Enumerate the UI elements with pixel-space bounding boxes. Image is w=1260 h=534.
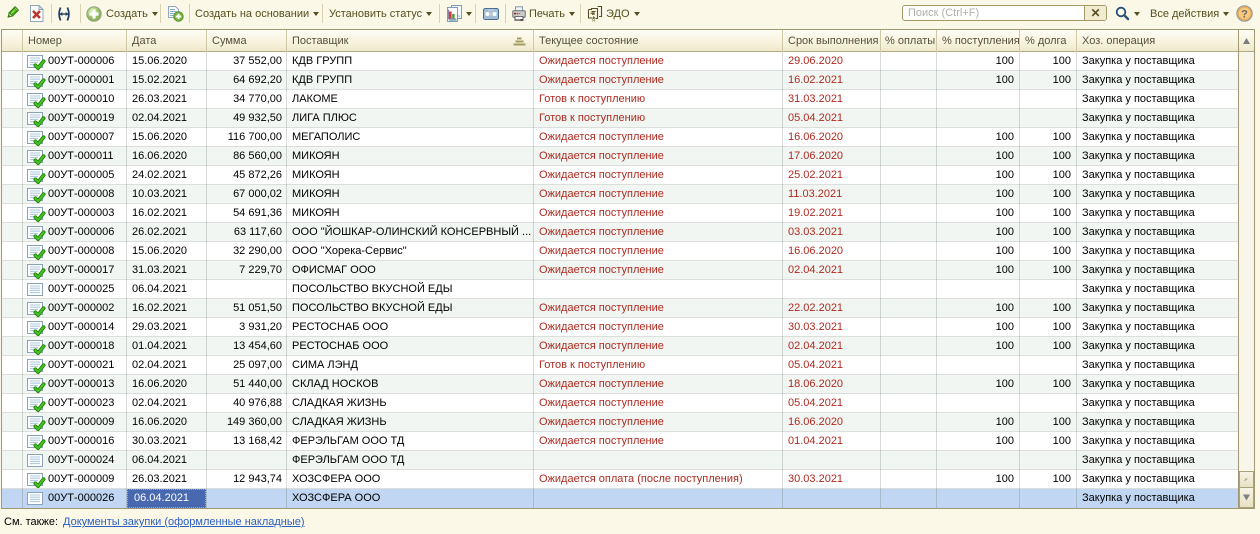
svg-text:я: я [592,17,595,22]
svg-text:?: ? [1241,9,1248,21]
